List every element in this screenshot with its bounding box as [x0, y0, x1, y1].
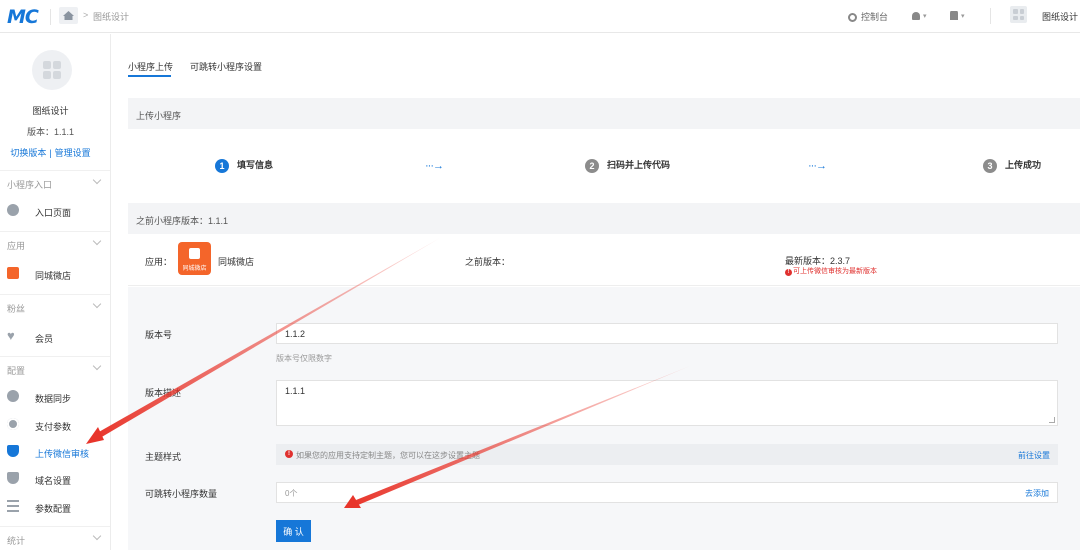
sidebar-item-data-sync[interactable]: 数据同步 — [0, 386, 110, 408]
link-icon — [7, 204, 19, 216]
tab-jump-settings[interactable]: 可跳转小程序设置 — [190, 60, 262, 73]
previous-version-header: 之前小程序版本：1.1.1 — [128, 203, 1080, 234]
tab-upload[interactable]: 小程序上传 — [128, 60, 173, 73]
step-arrow-icon: ···→ — [425, 160, 444, 172]
shield-icon — [7, 445, 19, 457]
app-links: 切换版本 | 管理设置 — [10, 148, 91, 158]
sidebar-group-apps[interactable]: 应用 — [0, 231, 110, 253]
dashboard-icon — [848, 13, 857, 23]
sync-icon — [7, 390, 19, 402]
description-textarea[interactable]: 1.1.1 — [276, 380, 1058, 426]
list-icon — [7, 500, 19, 512]
resize-handle-icon[interactable] — [1049, 417, 1055, 423]
sidebar-group-config[interactable]: 配置 — [0, 356, 110, 378]
latest-version-tip: ! 可上传微信审核为最新版本 — [785, 266, 877, 276]
description-label: 版本描述 — [145, 388, 182, 398]
shop-icon — [189, 248, 200, 259]
sidebar-item-entry-page[interactable]: 入口页面 — [0, 200, 110, 222]
app-avatar — [32, 50, 72, 90]
warning-icon: ! — [285, 450, 293, 458]
theme-label: 主题样式 — [145, 452, 182, 462]
switch-version-link[interactable]: 切换版本 — [10, 148, 46, 158]
app-version: 版本：1.1.1 — [26, 127, 75, 137]
jump-count-field[interactable]: 0个 去添加 — [276, 482, 1058, 503]
previous-app-name: 同城微店 — [218, 257, 255, 267]
user-icon — [950, 11, 958, 21]
sidebar-item-domain[interactable]: 域名设置 — [0, 468, 110, 490]
jump-count-label: 可跳转小程序数量 — [145, 489, 218, 499]
step-2: 2 扫码并上传代码 — [585, 158, 670, 173]
theme-settings-link[interactable]: 前往设置 — [1018, 450, 1050, 461]
breadcrumb-current[interactable]: 图纸设计 — [93, 10, 129, 23]
upload-form: 版本号 版本号仅限数字 版本描述 1.1.1 主题样式 ! 如果您的应用支持定制… — [128, 287, 1080, 550]
account-name[interactable]: 图纸设计 — [1042, 10, 1078, 23]
app-name: 图纸设计 — [32, 106, 69, 116]
chevron-down-icon — [92, 361, 102, 371]
upload-panel-header: 上传小程序 — [128, 98, 1080, 129]
notification-menu[interactable]: ▾ — [912, 10, 927, 20]
sidebar-item-member[interactable]: ♥ 会员 — [0, 326, 110, 348]
chevron-down-icon — [92, 236, 102, 246]
breadcrumb-separator: > — [83, 10, 89, 20]
sidebar-group-fans[interactable]: 粉丝 — [0, 294, 110, 316]
upload-steps: 1 填写信息 ···→ 2 扫码并上传代码 ···→ 3 上传成功 — [128, 129, 1080, 200]
sidebar-item-shop[interactable]: 同城微店 — [0, 263, 110, 285]
shield-icon — [7, 472, 19, 484]
home-icon[interactable] — [59, 7, 78, 24]
chevron-down-icon — [92, 299, 102, 309]
version-input[interactable] — [276, 323, 1058, 344]
step-3: 3 上传成功 — [983, 158, 1041, 173]
gear-icon — [7, 418, 19, 430]
top-bar: MC > 图纸设计 控制台 ▾ ▾ 图纸设计 — [0, 0, 1080, 33]
heart-icon: ♥ — [7, 328, 15, 343]
theme-notice: ! 如果您的应用支持定制主题，您可以在这步设置主题 前往设置 — [276, 444, 1058, 465]
previous-version-label: 之前版本： — [465, 257, 511, 267]
logo[interactable]: MC — [7, 6, 39, 28]
app-thumbnail: 同城微店 — [178, 242, 211, 275]
version-help: 版本号仅限数字 — [276, 354, 332, 363]
sidebar-item-payment[interactable]: 支付参数 — [0, 414, 110, 436]
manage-settings-link[interactable]: 管理设置 — [55, 148, 91, 158]
account-avatar[interactable] — [1010, 6, 1027, 23]
active-tab-indicator — [128, 75, 171, 77]
sidebar: 图纸设计 版本：1.1.1 切换版本 | 管理设置 小程序入口 入口页面 应用 同城… — [0, 34, 111, 550]
shop-icon — [7, 267, 19, 279]
version-label: 版本号 — [145, 330, 173, 340]
theme-notice-text: 如果您的应用支持定制主题，您可以在这步设置主题 — [296, 451, 480, 460]
sidebar-item-upload-review[interactable]: 上传微信审核 — [0, 441, 110, 463]
header-divider — [990, 8, 991, 24]
chevron-down-icon — [92, 175, 102, 185]
header-divider — [50, 9, 51, 25]
step-arrow-icon: ···→ — [808, 160, 827, 172]
upload-panel-title: 上传小程序 — [136, 111, 182, 121]
app-label: 应用： — [145, 257, 173, 267]
sidebar-group-stats[interactable]: 统计 — [0, 526, 110, 548]
previous-version-title: 之前小程序版本：1.1.1 — [136, 216, 229, 226]
console-link[interactable]: 控制台 — [848, 10, 888, 23]
warning-icon: ! — [785, 269, 792, 276]
jump-add-link[interactable]: 去添加 — [1025, 488, 1049, 499]
confirm-button[interactable]: 确 认 — [276, 520, 311, 542]
previous-version-info: 应用： 同城微店 同城微店 之前版本： 最新版本：2.3.7 ! 可上传微信审核为… — [128, 234, 1080, 286]
chevron-down-icon — [92, 531, 102, 541]
sidebar-item-param-config[interactable]: 参数配置 — [0, 496, 110, 518]
user-menu[interactable]: ▾ — [950, 10, 965, 21]
sidebar-group-entry[interactable]: 小程序入口 — [0, 170, 110, 192]
bell-icon — [912, 11, 920, 20]
step-1: 1 填写信息 — [215, 158, 273, 173]
